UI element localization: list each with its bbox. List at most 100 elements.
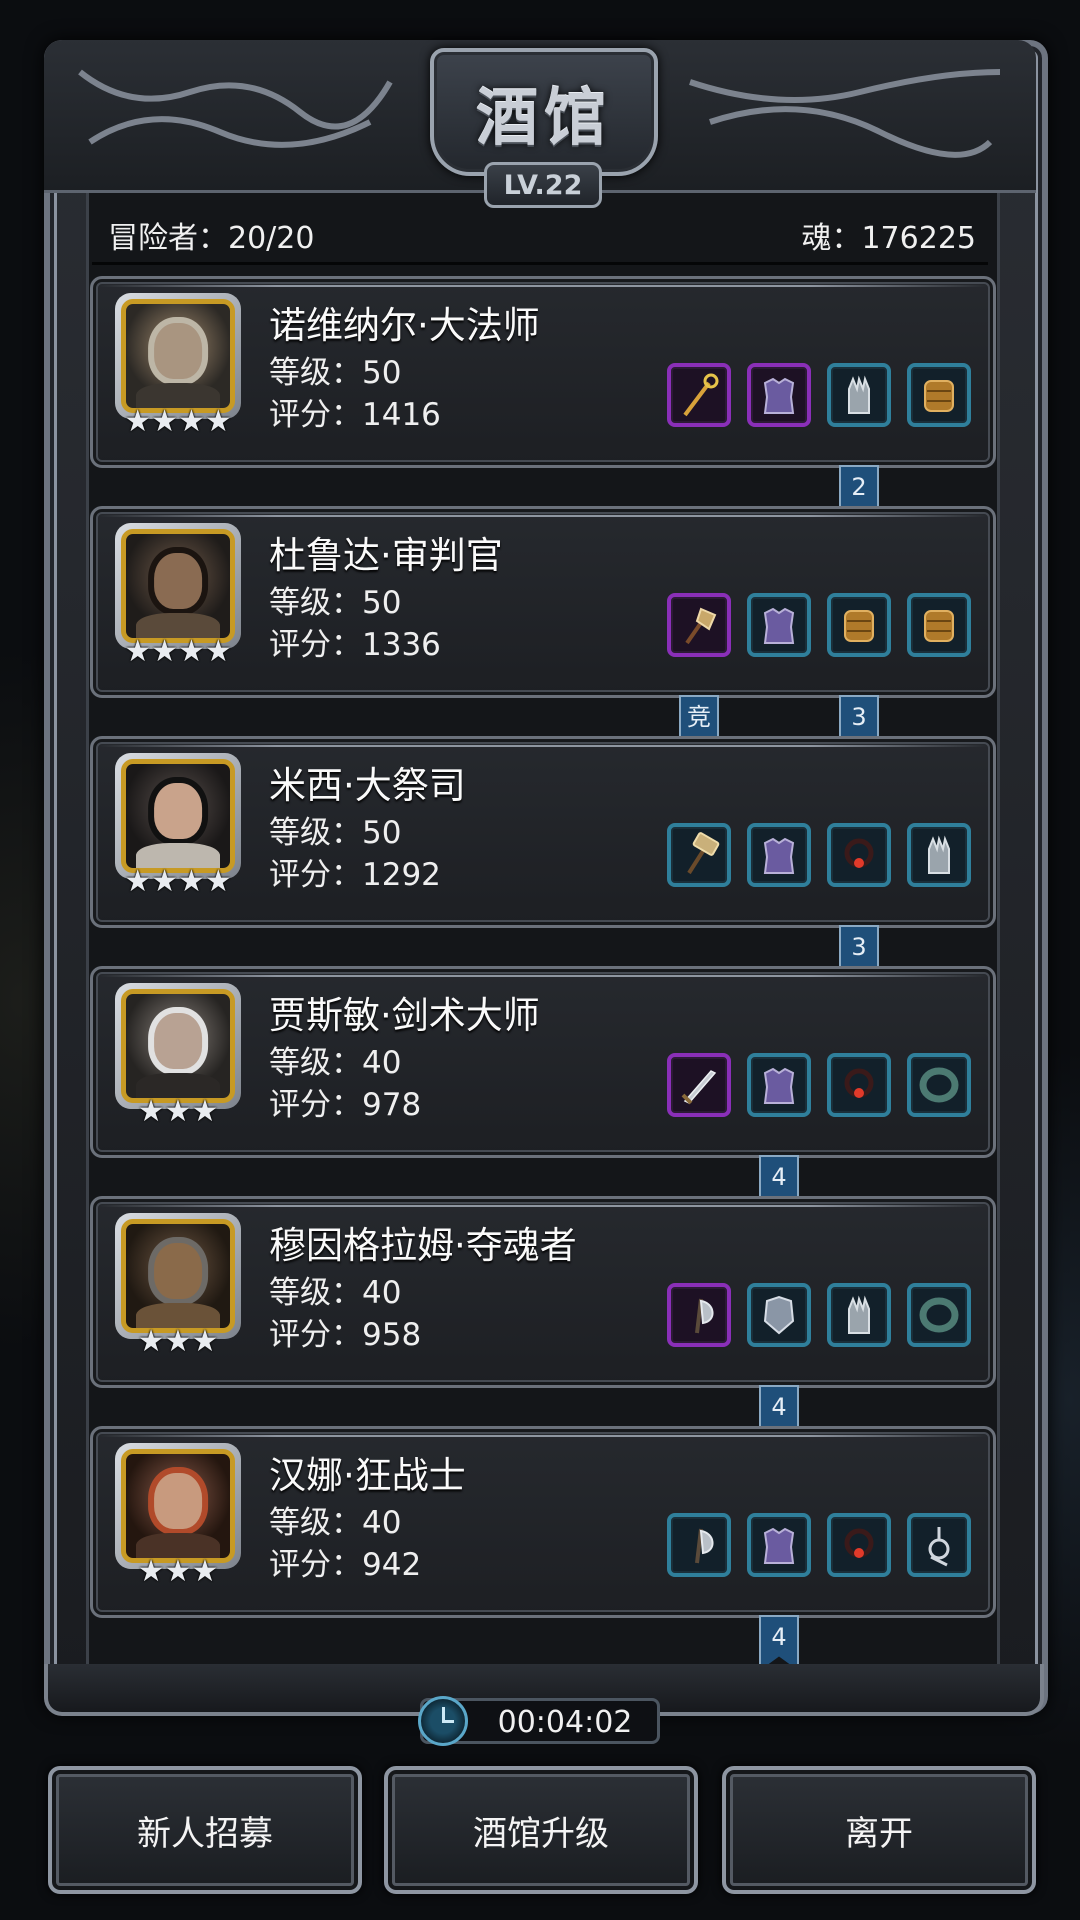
hero-name: 汉娜·狂战士: [269, 1454, 466, 1497]
armor-icon: [763, 607, 795, 644]
equipment-slot[interactable]: [747, 593, 811, 657]
hero-name: 米西·大祭司: [269, 764, 466, 807]
equipment-slot[interactable]: [907, 1283, 971, 1347]
soul-count: 魂：176225: [801, 221, 976, 256]
hero-portrait[interactable]: [115, 1213, 241, 1339]
armor-icon: [763, 1067, 795, 1104]
tavern-level-badge: LV.22: [484, 162, 602, 208]
hero-card[interactable]: ★★★★ 杜鲁达·审判官 等级：50 评分：1336 竞 3: [90, 506, 996, 751]
hero-card[interactable]: ★★★ 贾斯敏·剑术大师 等级：40 评分：978 4: [90, 966, 996, 1211]
portrait-head: [154, 322, 202, 379]
equipment-slot[interactable]: [747, 363, 811, 427]
hero-card[interactable]: ★★★ 穆因格拉姆·夺魂者 等级：40 评分：958 4: [90, 1196, 996, 1441]
hero-card[interactable]: ★★★★ 诺维纳尔·大法师 等级：50 评分：1416 2: [90, 276, 996, 521]
boots-icon: [844, 610, 874, 642]
hero-portrait[interactable]: [115, 523, 241, 649]
equipment-slot[interactable]: [667, 1283, 731, 1347]
equipment-slot[interactable]: [747, 1053, 811, 1117]
equipment-slot[interactable]: [747, 1283, 811, 1347]
equipment-slot[interactable]: [667, 363, 731, 427]
necklace-icon: [844, 1528, 874, 1558]
equipment-slot[interactable]: [907, 823, 971, 887]
hero-card[interactable]: ★★★★ 米西·大祭司 等级：50 评分：1292 3: [90, 736, 996, 981]
clock-icon: [418, 1696, 468, 1746]
amulet-icon: [928, 1527, 950, 1567]
hero-name: 穆因格拉姆·夺魂者: [269, 1224, 577, 1267]
portrait-gold-frame: [121, 299, 235, 413]
equipment-slot[interactable]: [827, 1053, 891, 1117]
hero-portrait[interactable]: [115, 293, 241, 419]
equipment-slot[interactable]: [907, 593, 971, 657]
chain-left-decoration: [78, 69, 393, 148]
equipment-slot[interactable]: [667, 823, 731, 887]
armor-icon: [763, 1527, 795, 1564]
hero-level: 等级：50: [269, 815, 402, 851]
hero-score: 评分：1292: [269, 857, 441, 893]
chestplate-icon: [763, 1295, 795, 1335]
title-banner: 酒馆: [430, 48, 658, 176]
equipment-slot[interactable]: [667, 1513, 731, 1577]
star-rating: ★★★★: [124, 634, 232, 669]
portrait-gold-frame: [121, 1219, 235, 1333]
staff-icon: [683, 373, 719, 417]
star-rating: ★★★: [137, 1554, 219, 1589]
mace-icon: [685, 607, 717, 645]
equipment-slot[interactable]: [827, 593, 891, 657]
hero-level: 等级：40: [269, 1505, 402, 1541]
hero-level: 等级：50: [269, 585, 402, 621]
portrait-head: [154, 552, 202, 609]
hero-score: 评分：978: [269, 1087, 422, 1123]
hero-portrait[interactable]: [115, 1443, 241, 1569]
equipment-slot[interactable]: [907, 1053, 971, 1117]
equipment-slot[interactable]: [747, 1513, 811, 1577]
upgrade-tavern-button[interactable]: 酒馆升级: [384, 1766, 698, 1894]
hero-score: 评分：942: [269, 1547, 422, 1583]
hero-portrait[interactable]: [115, 983, 241, 1109]
equipment-slot[interactable]: [827, 1513, 891, 1577]
hero-level: 等级：40: [269, 1045, 402, 1081]
star-rating: ★★★★: [124, 404, 232, 439]
hammer-icon: [687, 832, 720, 875]
portrait-gold-frame: [121, 1449, 235, 1563]
axe-icon: [695, 1528, 714, 1564]
sword-icon: [681, 1070, 717, 1105]
portrait-gold-frame: [121, 989, 235, 1103]
equipment-slot[interactable]: [907, 363, 971, 427]
necklace-icon: [844, 838, 874, 868]
gauntlet-icon: [848, 1295, 870, 1334]
equipment-slot[interactable]: [667, 1053, 731, 1117]
boots-icon: [924, 610, 954, 642]
portrait-head: [154, 1242, 202, 1299]
gauntlet-icon: [928, 835, 950, 874]
gauntlet-icon: [848, 375, 870, 414]
armor-icon: [763, 837, 795, 874]
leave-button[interactable]: 离开: [722, 1766, 1036, 1894]
hero-portrait[interactable]: [115, 753, 241, 879]
recruit-button[interactable]: 新人招募: [48, 1766, 362, 1894]
portrait-gold-frame: [121, 529, 235, 643]
equipment-slot[interactable]: [907, 1513, 971, 1577]
adventurer-count: 冒险者：20/20: [108, 221, 315, 256]
necklace-icon: [844, 1068, 874, 1098]
hero-card[interactable]: ★★★ 汉娜·狂战士 等级：40 评分：942 4: [90, 1426, 996, 1671]
equipment-slot[interactable]: [667, 593, 731, 657]
hero-score: 评分：1336: [269, 627, 441, 663]
axe-icon: [695, 1298, 714, 1334]
hero-level: 等级：50: [269, 355, 402, 391]
star-rating: ★★★: [137, 1324, 219, 1359]
equipment-slot[interactable]: [747, 823, 811, 887]
equipment-slot[interactable]: [827, 363, 891, 427]
star-rating: ★★★: [137, 1094, 219, 1129]
chain-right-decoration: [689, 69, 1001, 158]
header-divider: [92, 262, 988, 265]
hero-name: 杜鲁达·审判官: [269, 534, 503, 577]
portrait-gold-frame: [121, 759, 235, 873]
equipment-slot[interactable]: [827, 823, 891, 887]
equipment-slot[interactable]: [827, 1283, 891, 1347]
page-title: 酒馆: [475, 81, 612, 154]
hero-score: 评分：1416: [269, 397, 441, 433]
portrait-head: [154, 782, 202, 839]
hero-name: 诺维纳尔·大法师: [269, 304, 540, 347]
portrait-head: [154, 1472, 202, 1529]
ring-icon: [919, 1297, 959, 1333]
